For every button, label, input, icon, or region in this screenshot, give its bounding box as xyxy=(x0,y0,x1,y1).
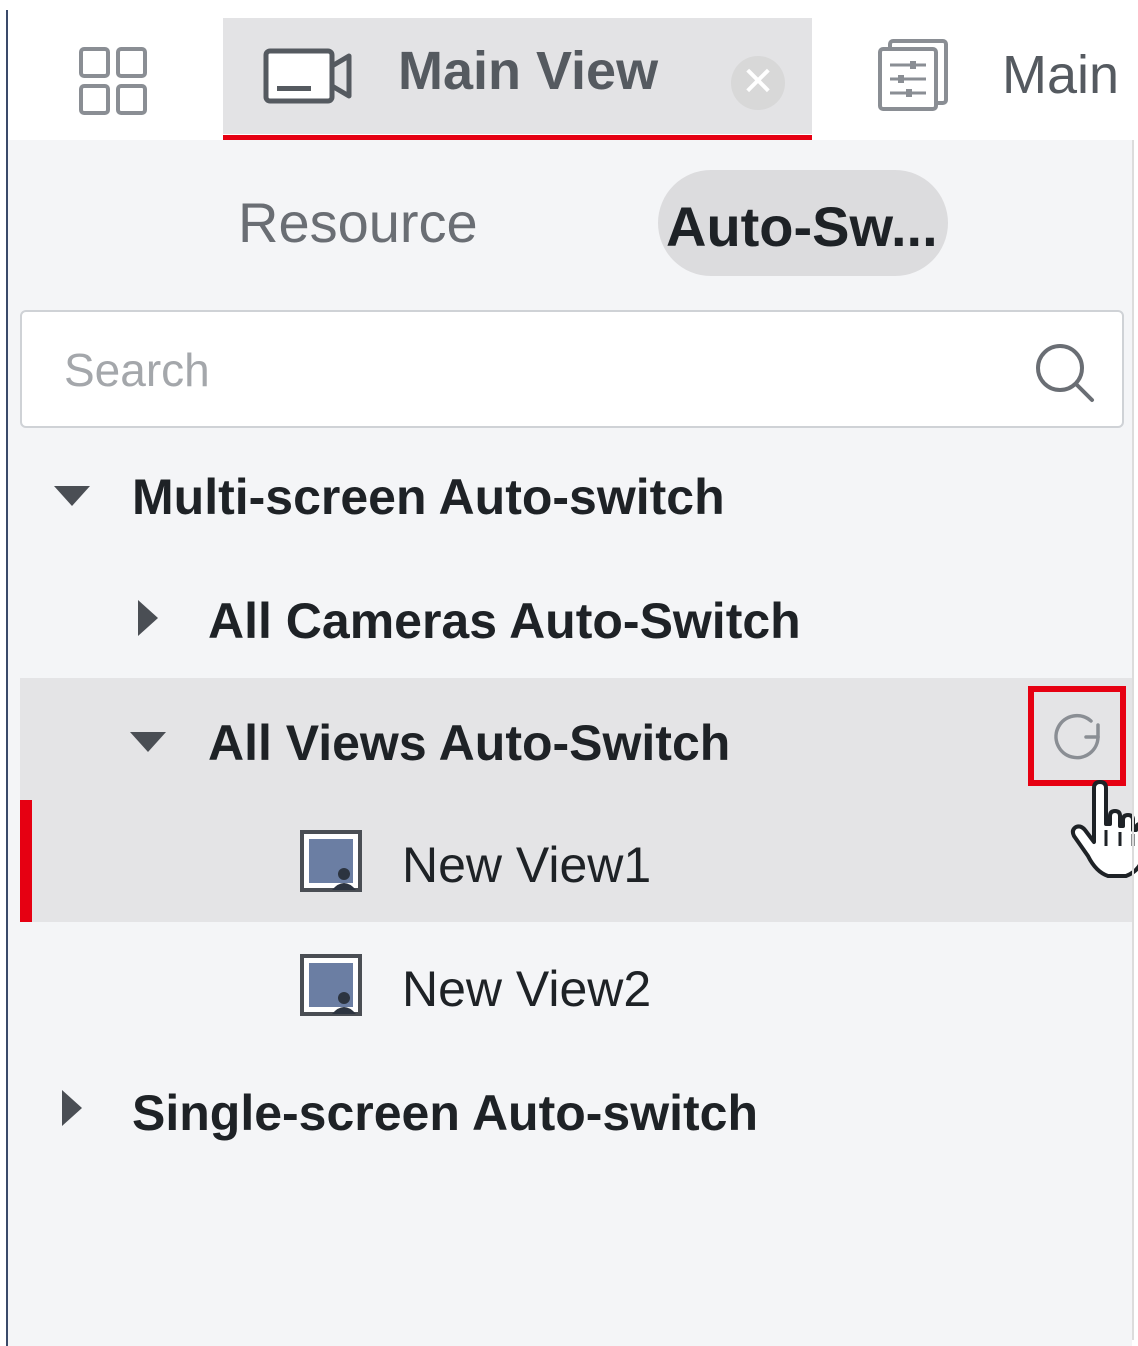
tab-main-view-label: Main View xyxy=(398,41,659,101)
panel-right-edge xyxy=(1132,140,1134,1340)
segment-resource[interactable]: Resource xyxy=(238,190,478,255)
caret-down-icon[interactable] xyxy=(54,486,90,506)
tree-node-all-cameras-label: All Cameras Auto-Switch xyxy=(208,593,801,649)
auto-switch-panel: Resource Auto-Sw... Multi-screen Auto-sw… xyxy=(8,140,1138,1346)
tree-node-all-cameras[interactable]: All Cameras Auto-Switch xyxy=(20,556,1132,678)
search-input[interactable] xyxy=(62,338,1026,402)
tree-node-multi-screen[interactable]: Multi-screen Auto-switch xyxy=(20,434,1132,556)
tab-second-label[interactable]: Main xyxy=(1002,44,1119,106)
start-auto-switch-button[interactable] xyxy=(1028,686,1126,786)
settings-doc-icon[interactable] xyxy=(876,38,950,112)
tree-node-single-screen-label: Single-screen Auto-switch xyxy=(132,1085,759,1141)
view-icon xyxy=(300,954,362,1016)
tree-node-new-view1[interactable]: New View1 xyxy=(20,800,1132,922)
refresh-icon xyxy=(1054,713,1100,760)
close-icon[interactable]: ✕ xyxy=(731,56,785,110)
search-box xyxy=(20,310,1124,428)
search-icon[interactable] xyxy=(1032,340,1098,406)
caret-down-icon[interactable] xyxy=(130,732,166,752)
tree-node-new-view2[interactable]: New View2 xyxy=(20,922,1132,1044)
grid-icon[interactable] xyxy=(78,46,148,116)
segment-auto-switch[interactable]: Auto-Sw... xyxy=(658,170,948,276)
tree-node-new-view1-label: New View1 xyxy=(402,837,652,893)
caret-right-icon[interactable] xyxy=(62,1090,82,1126)
camera-icon xyxy=(263,48,353,104)
tree-node-all-views-label: All Views Auto-Switch xyxy=(208,715,731,771)
tab-main-view[interactable]: Main View ✕ xyxy=(223,18,812,140)
caret-right-icon[interactable] xyxy=(138,600,158,636)
tree-node-single-screen[interactable]: Single-screen Auto-switch xyxy=(20,1050,1132,1172)
tab-bar: Main View ✕ Main xyxy=(8,10,1138,140)
hand-cursor-icon xyxy=(1066,780,1138,880)
view-icon xyxy=(300,830,362,892)
segment-auto-switch-label: Auto-Sw... xyxy=(666,195,938,258)
tree-node-all-views[interactable]: All Views Auto-Switch xyxy=(20,678,1132,800)
selected-row-indicator xyxy=(20,800,32,922)
tree-node-new-view2-label: New View2 xyxy=(402,961,652,1017)
tree-node-multi-screen-label: Multi-screen Auto-switch xyxy=(132,469,725,525)
